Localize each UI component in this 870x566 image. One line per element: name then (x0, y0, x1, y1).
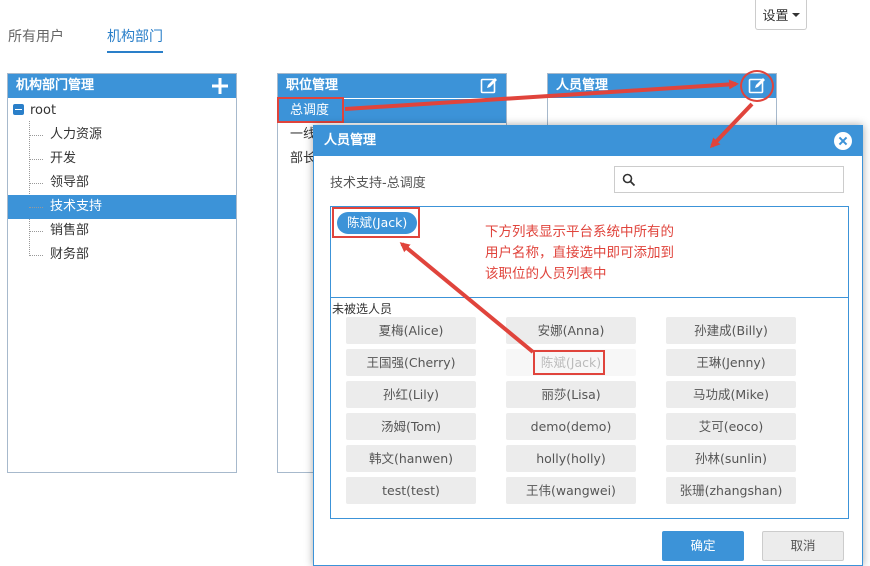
user-option[interactable]: test(test) (346, 477, 476, 504)
add-icon[interactable] (210, 76, 230, 96)
tree-item-dept[interactable]: 销售部 (8, 219, 236, 243)
annotation-line: 用户名称，直接选中即可添加到 (485, 245, 674, 261)
annotation-text: 下方列表显示平台系统中所有的 用户名称，直接选中即可添加到 该职位的人员列表中 (485, 222, 715, 285)
position-panel-title: 职位管理 (286, 78, 339, 93)
user-option[interactable]: demo(demo) (506, 413, 636, 440)
divider (331, 297, 848, 298)
user-option[interactable]: 夏梅(Alice) (346, 317, 476, 344)
tree-item-label: 人力资源 (50, 127, 103, 142)
search-icon (622, 173, 636, 187)
search-input[interactable] (614, 166, 844, 193)
tree-item-label: 销售部 (50, 223, 90, 238)
user-option[interactable]: 韩文(hanwen) (346, 445, 476, 472)
user-option[interactable]: 艾可(eoco) (666, 413, 796, 440)
user-option[interactable]: 马功成(Mike) (666, 381, 796, 408)
user-option[interactable]: 孙建成(Billy) (666, 317, 796, 344)
user-option[interactable]: 孙红(Lily) (346, 381, 476, 408)
tab-departments[interactable]: 机构部门 (107, 26, 163, 53)
dialog-title: 人员管理 (324, 133, 377, 148)
tree-item-label: 开发 (50, 151, 77, 166)
dept-panel-header: 机构部门管理 (8, 74, 236, 98)
tree-item-dept[interactable]: 人力资源 (8, 123, 236, 147)
tree-connector (29, 207, 43, 208)
edit-icon[interactable] (480, 77, 498, 95)
position-panel-header: 职位管理 (278, 74, 506, 98)
tree-item-root[interactable]: root (8, 99, 236, 123)
dialog-context-label: 技术支持-总调度 (330, 176, 426, 191)
settings-button[interactable]: 设置 (755, 0, 807, 30)
chevron-down-icon (791, 12, 800, 17)
user-option[interactable]: 王国强(Cherry) (346, 349, 476, 376)
collapse-icon[interactable] (13, 104, 24, 115)
tree-item-label: 财务部 (50, 247, 90, 262)
highlight-box (533, 350, 605, 375)
tree-connector (29, 183, 43, 184)
highlight-box (332, 207, 420, 238)
highlight-box (277, 97, 344, 123)
tree-item-dept[interactable]: 技术支持 (8, 195, 236, 219)
tree-item-dept[interactable]: 财务部 (8, 243, 236, 267)
tree-root-label: root (30, 103, 57, 118)
staff-dialog: 人员管理 技术支持-总调度 陈斌(Jack) 未被选人员 夏梅(Alice) 安娜… (313, 125, 863, 566)
cancel-button[interactable]: 取消 (762, 531, 844, 561)
staff-panel-title: 人员管理 (556, 78, 609, 93)
dept-panel: 机构部门管理 root 人力资源开发领导部技术支持销售部财务部 (7, 73, 237, 473)
tree-item-dept[interactable]: 开发 (8, 147, 236, 171)
tree-connector (29, 135, 43, 136)
tree-item-label: 技术支持 (50, 199, 103, 214)
tree-item-label: 领导部 (50, 175, 90, 190)
tab-all-users[interactable]: 所有用户 (8, 26, 64, 46)
confirm-button[interactable]: 确定 (662, 531, 744, 561)
user-option[interactable]: 丽莎(Lisa) (506, 381, 636, 408)
user-option[interactable]: 安娜(Anna) (506, 317, 636, 344)
tree-item-dept[interactable]: 领导部 (8, 171, 236, 195)
user-option[interactable]: 汤姆(Tom) (346, 413, 476, 440)
tree-connector (29, 255, 43, 256)
dialog-header: 人员管理 (314, 126, 862, 156)
user-option[interactable]: 孙林(sunlin) (666, 445, 796, 472)
unselected-label: 未被选人员 (332, 302, 393, 316)
annotation-line: 下方列表显示平台系统中所有的 (485, 224, 674, 240)
dept-panel-title: 机构部门管理 (16, 78, 95, 93)
user-option[interactable]: 王琳(Jenny) (666, 349, 796, 376)
tree-connector (29, 159, 43, 160)
tree-connector (29, 231, 43, 232)
highlight-circle (740, 70, 774, 102)
user-option[interactable]: 张珊(zhangshan) (666, 477, 796, 504)
settings-label: 设置 (762, 9, 789, 24)
annotation-line: 该职位的人员列表中 (485, 266, 607, 282)
user-option[interactable]: holly(holly) (506, 445, 636, 472)
user-option[interactable]: 王伟(wangwei) (506, 477, 636, 504)
close-icon[interactable] (834, 132, 852, 150)
